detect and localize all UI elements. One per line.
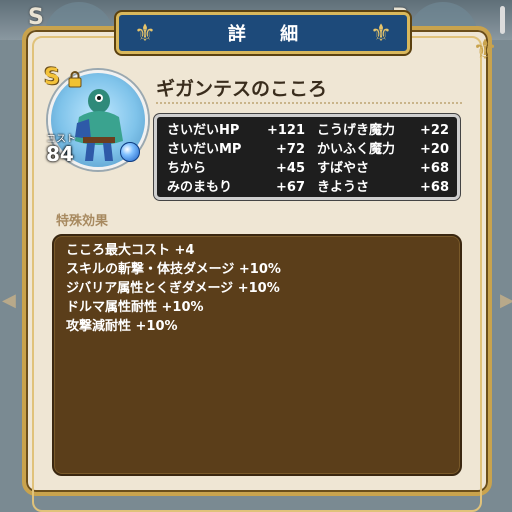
page-title: 詳 細 bbox=[227, 24, 313, 45]
effect-item: 攻撃減耐性 +10% bbox=[66, 319, 178, 334]
fleur-de-lis-icon: ⚜ bbox=[370, 19, 392, 47]
cost-value: 84 bbox=[46, 142, 74, 166]
effect-item: ドルマ属性耐性 +10% bbox=[66, 300, 204, 315]
stat-name: さいだいMP bbox=[167, 142, 242, 157]
title-plate: ⚜ 詳 細 ⚜ bbox=[116, 12, 410, 54]
stat-name: みのまもり bbox=[167, 180, 233, 195]
monster-name: ギガンテスのこころ bbox=[156, 78, 328, 100]
stats-table: さいだいHP +121 こうげき魔力 +22 さいだいMP +72 かいふく魔力… bbox=[154, 114, 460, 200]
stat-value: +67 bbox=[276, 180, 305, 195]
fleur-de-lis-icon: ⚜ bbox=[134, 19, 156, 47]
effects-label: 特殊効果 bbox=[56, 214, 109, 229]
stat-value: +121 bbox=[266, 123, 305, 138]
stat-value: +68 bbox=[420, 161, 449, 176]
effects-box: こころ最大コスト +4 スキルの斬撃・体技ダメージ +10% ジバリア属性とくぎ… bbox=[52, 234, 462, 476]
stat-row: さいだいMP +72 かいふく魔力 +20 bbox=[167, 140, 449, 159]
effect-item: スキルの斬撃・体技ダメージ +10% bbox=[66, 262, 281, 277]
effect-item: ジバリア属性とくぎダメージ +10% bbox=[66, 281, 280, 296]
effect-item: こころ最大コスト +4 bbox=[66, 243, 195, 258]
stat-value: +68 bbox=[420, 180, 449, 195]
rank-badge: S bbox=[44, 65, 60, 90]
stat-name: かいふく魔力 bbox=[317, 142, 396, 157]
orb-icon bbox=[120, 142, 140, 162]
stat-row: ちから +45 すばやさ +68 bbox=[167, 159, 449, 178]
lock-icon bbox=[68, 71, 82, 88]
prev-arrow-icon[interactable]: ◀ bbox=[2, 290, 16, 314]
divider bbox=[156, 102, 462, 104]
stat-row: さいだいHP +121 こうげき魔力 +22 bbox=[167, 121, 449, 140]
stat-value: +20 bbox=[420, 142, 449, 157]
stat-name: きようさ bbox=[317, 180, 370, 195]
stat-row: みのまもり +67 きようさ +68 bbox=[167, 178, 449, 197]
stat-value: +72 bbox=[276, 142, 305, 157]
stat-value: +22 bbox=[420, 123, 449, 138]
corner-ornament-icon: ⚜ bbox=[472, 33, 498, 66]
stat-name: ちから bbox=[167, 161, 207, 176]
stat-value: +45 bbox=[276, 161, 305, 176]
next-arrow-icon[interactable]: ▶ bbox=[500, 290, 512, 314]
stat-name: すばやさ bbox=[317, 161, 370, 176]
stat-name: こうげき魔力 bbox=[317, 123, 396, 138]
stat-name: さいだいHP bbox=[167, 123, 240, 138]
